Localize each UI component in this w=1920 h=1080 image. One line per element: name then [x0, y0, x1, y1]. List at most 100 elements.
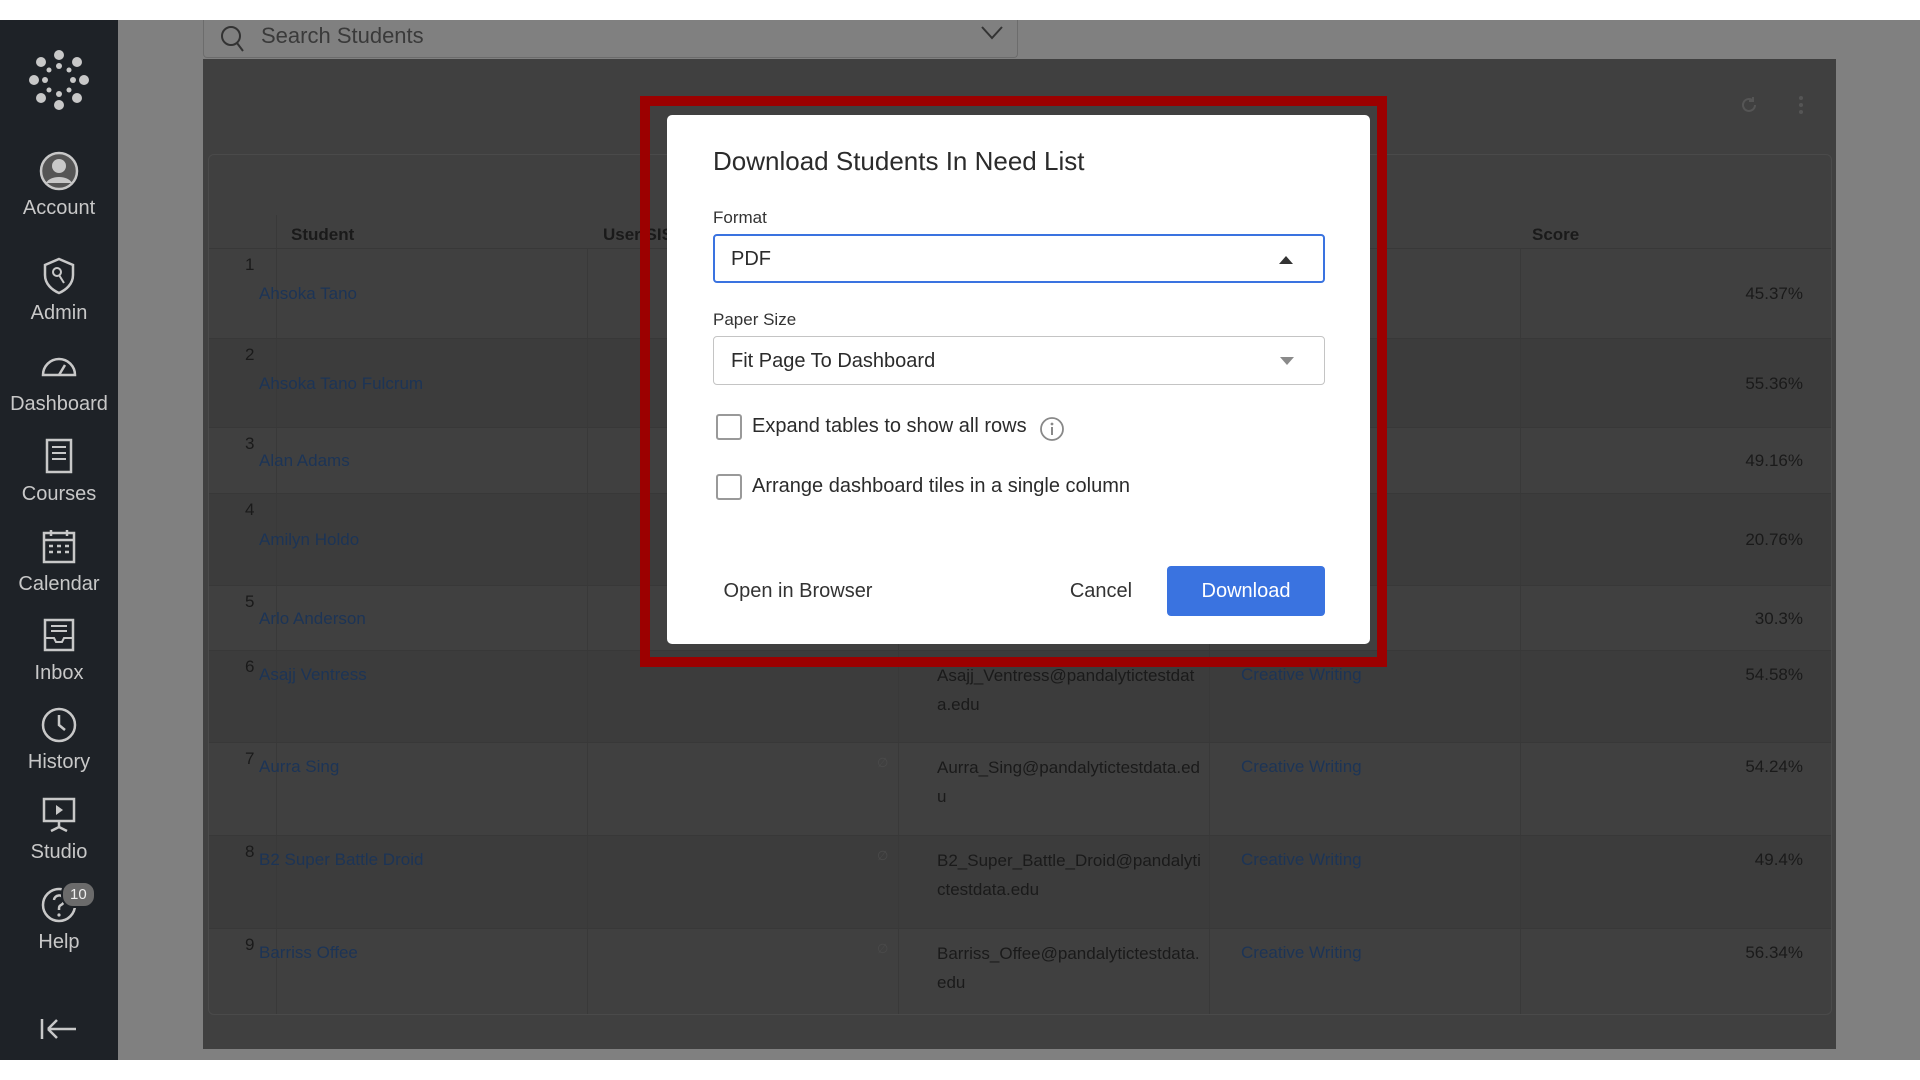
section-link[interactable]: Creative Writing: [1241, 757, 1362, 777]
section-link[interactable]: Creative Writing: [1241, 665, 1362, 685]
more-options-icon[interactable]: [1797, 95, 1805, 115]
account-icon: [39, 151, 79, 191]
cell-divider: [587, 929, 588, 1014]
format-value: PDF: [731, 248, 771, 270]
sidebar-item-label: Courses: [21, 483, 97, 505]
cell-divider: [587, 428, 588, 493]
paper-size-label: Paper Size: [713, 310, 797, 329]
score-value: 20.76%: [1745, 530, 1803, 549]
cell-divider: [1520, 339, 1521, 427]
sidebar-item-studio[interactable]: Studio: [0, 795, 118, 864]
chevron-down-icon[interactable]: [981, 26, 1003, 40]
cell-divider: [1520, 836, 1521, 928]
empty-value-icon: ∅: [877, 755, 889, 770]
format-label: Format: [713, 208, 767, 227]
refresh-icon[interactable]: [1739, 95, 1759, 115]
cell-divider: [587, 651, 588, 742]
score-value: 55.36%: [1745, 374, 1803, 393]
score-value: 54.24%: [1745, 757, 1803, 776]
cancel-button[interactable]: Cancel: [1061, 566, 1141, 616]
row-number: 1: [245, 255, 255, 274]
arrange-single-column-checkbox[interactable]: [716, 474, 742, 500]
row-number: 4: [245, 500, 255, 519]
download-dialog: Download Students In Need List Format PD…: [667, 115, 1370, 644]
cell-divider: [1520, 743, 1521, 835]
cell-divider: [1520, 249, 1521, 338]
student-name-link[interactable]: B2 Super Battle Droid: [259, 850, 423, 870]
student-name-link[interactable]: Ahsoka Tano Fulcrum: [259, 374, 423, 394]
canvas-logo-icon[interactable]: [29, 50, 89, 110]
sidebar-item-label: History: [27, 751, 91, 773]
calendar-icon: [42, 530, 76, 564]
cell-divider: [1520, 651, 1521, 742]
inbox-icon: [43, 618, 75, 652]
column-header-student[interactable]: Student: [291, 225, 354, 245]
email-value: Barriss_Offee@pandalytictestdata.edu: [937, 944, 1200, 992]
dashboard-gauge-icon: [41, 357, 77, 377]
section-link[interactable]: Creative Writing: [1241, 943, 1362, 963]
sidebar-item-history[interactable]: History: [0, 705, 118, 774]
cell-divider: [1520, 494, 1521, 585]
student-name-link[interactable]: Arlo Anderson: [259, 609, 366, 629]
student-name-link[interactable]: Alan Adams: [259, 451, 350, 471]
cell-divider: [898, 743, 899, 835]
expand-tables-checkbox[interactable]: [716, 414, 742, 440]
download-button[interactable]: Download: [1167, 566, 1325, 616]
sidebar-item-label: Dashboard: [10, 393, 108, 415]
row-number: 8: [245, 842, 255, 861]
history-clock-icon: [41, 707, 77, 743]
dialog-title: Download Students In Need List: [713, 146, 1085, 176]
search-students-dropdown[interactable]: Search Students: [203, 20, 1018, 58]
sidebar-item-calendar[interactable]: Calendar: [0, 527, 118, 596]
notification-badge: 10: [61, 881, 96, 908]
score-value: 54.58%: [1745, 665, 1803, 684]
sidebar-item-label: Account: [22, 197, 96, 219]
sidebar-item-admin[interactable]: Admin: [0, 256, 118, 325]
score-value: 30.3%: [1754, 609, 1803, 628]
cell-divider: [898, 929, 899, 1014]
collapse-nav-icon[interactable]: [40, 1017, 78, 1041]
column-header-score[interactable]: Score: [1532, 225, 1579, 245]
table-row: 7 Aurra Sing 54.24% Aurra_Sing@pandalyticte…: [209, 742, 1831, 835]
paper-size-select[interactable]: Fit Page To Dashboard: [713, 336, 1325, 385]
arrange-single-column-label[interactable]: Arrange dashboard tiles in a single colu…: [752, 475, 1130, 498]
student-name-link[interactable]: Asajj Ventress: [259, 665, 367, 685]
format-select[interactable]: PDF: [713, 234, 1325, 283]
student-name-link[interactable]: Ahsoka Tano: [259, 284, 357, 304]
section-link[interactable]: Creative Writing: [1241, 850, 1362, 870]
caret-up-icon: [1279, 256, 1293, 264]
student-name-link[interactable]: Amilyn Holdo: [259, 530, 359, 550]
search-placeholder: Search Students: [261, 23, 424, 48]
info-icon[interactable]: [1039, 416, 1065, 442]
cell-divider: [587, 339, 588, 427]
row-number: 3: [245, 434, 255, 453]
cell-divider: [1209, 836, 1210, 928]
row-number: 6: [245, 657, 255, 676]
caret-down-icon: [1280, 357, 1294, 365]
student-name-link[interactable]: Aurra Sing: [259, 757, 339, 777]
sidebar-item-label: Help: [38, 931, 80, 953]
paper-size-value: Fit Page To Dashboard: [731, 350, 936, 372]
row-number: 9: [245, 935, 255, 954]
sidebar-item-account[interactable]: Account: [0, 151, 118, 220]
cell-divider: [1520, 586, 1521, 650]
student-name-link[interactable]: Barriss Offee: [259, 943, 358, 963]
score-value: 49.4%: [1754, 850, 1803, 869]
email-value: B2_Super_Battle_Droid@pandalytictestdata…: [937, 851, 1201, 899]
sidebar-item-label: Studio: [30, 841, 88, 863]
open-in-browser-button[interactable]: Open in Browser: [713, 566, 883, 616]
admin-shield-icon: [43, 257, 75, 295]
sidebar-item-inbox[interactable]: Inbox: [0, 616, 118, 685]
cell-divider: [1209, 743, 1210, 835]
sidebar-item-courses[interactable]: Courses: [0, 437, 118, 506]
empty-value-icon: ∅: [877, 848, 889, 863]
cell-divider: [587, 836, 588, 928]
courses-book-icon: [45, 438, 73, 474]
table-row: 9 Barriss Offee 56.34% Barriss_Offee@pandal…: [209, 928, 1831, 1014]
score-value: 56.34%: [1745, 943, 1803, 962]
sidebar-item-help[interactable]: Help 10: [0, 881, 118, 954]
expand-tables-label[interactable]: Expand tables to show all rows: [752, 415, 1027, 438]
score-value: 49.16%: [1745, 451, 1803, 470]
cell-divider: [587, 743, 588, 835]
sidebar-item-dashboard[interactable]: Dashboard: [0, 347, 118, 416]
